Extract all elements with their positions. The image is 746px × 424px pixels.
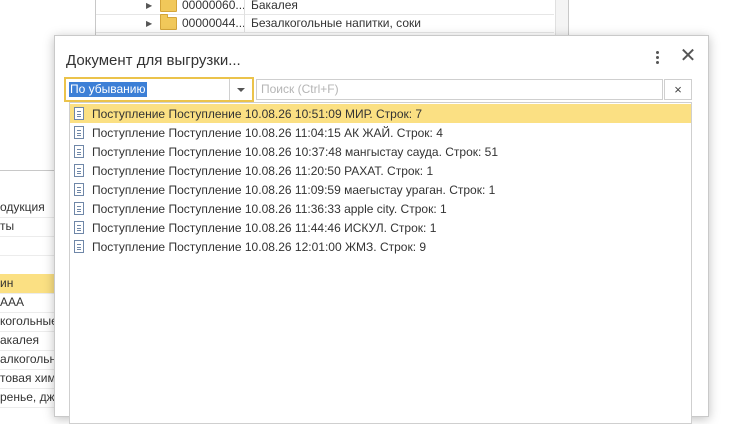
sort-order-combobox[interactable]: По убыванию <box>65 78 253 101</box>
list-item-label: Поступление Поступление 10.08.26 11:20:5… <box>92 163 434 178</box>
folder-icon <box>160 0 177 12</box>
sort-order-value[interactable]: По убыванию <box>69 82 147 97</box>
column-divider <box>244 0 245 14</box>
list-item[interactable]: Поступление Поступление 10.08.26 10:51:0… <box>70 104 691 123</box>
more-options-icon[interactable] <box>650 48 664 66</box>
list-item[interactable]: Поступление Поступление 10.08.26 11:04:1… <box>70 123 691 142</box>
folder-icon <box>160 13 177 30</box>
document-icon <box>74 164 84 177</box>
list-item[interactable]: Поступление Поступление 10.08.26 11:44:4… <box>70 218 691 237</box>
expand-arrow-icon[interactable]: ▶ <box>146 1 156 10</box>
list-item[interactable]: Поступление Поступление 10.08.26 11:36:3… <box>70 199 691 218</box>
list-item-label: Поступление Поступление 10.08.26 11:09:5… <box>92 182 496 197</box>
scrollbar[interactable] <box>555 0 568 36</box>
document-icon <box>74 126 84 139</box>
search-input[interactable] <box>257 80 651 97</box>
list-item[interactable]: Поступление Поступление 10.08.26 12:01:0… <box>70 237 691 256</box>
dropdown-button[interactable] <box>229 79 252 100</box>
document-icon <box>74 107 84 120</box>
tree-row-name: Безалкогольные напитки, соки <box>251 16 421 30</box>
expand-arrow-icon[interactable]: ▶ <box>146 19 156 28</box>
search-field[interactable] <box>256 79 663 100</box>
dialog-title: Документ для выгрузки... <box>66 52 241 69</box>
list-item[interactable]: Поступление Поступление 10.08.26 11:20:5… <box>70 161 691 180</box>
list-item-label: Поступление Поступление 10.08.26 12:01:0… <box>92 239 427 254</box>
document-icon <box>74 145 84 158</box>
tree-row-code: 00000044... <box>182 16 244 30</box>
list-item-label: Поступление Поступление 10.08.26 10:51:0… <box>92 106 423 121</box>
list-item[interactable]: Поступление Поступление 10.08.26 11:09:5… <box>70 180 691 199</box>
document-icon <box>74 183 84 196</box>
list-item[interactable]: Поступление Поступление 10.08.26 10:37:4… <box>70 142 691 161</box>
tree-row-name: Бакалея <box>251 0 298 12</box>
column-divider <box>244 14 245 32</box>
tree-row[interactable]: ▶ 00000060... Бакалея <box>96 0 554 15</box>
list-item-label: Поступление Поступление 10.08.26 11:44:4… <box>92 220 437 235</box>
tree-row[interactable]: ▶ 00000044... Безалкогольные напитки, со… <box>96 13 554 33</box>
clear-search-button[interactable]: × <box>664 79 692 100</box>
document-list[interactable]: Поступление Поступление 10.08.26 10:51:0… <box>69 102 692 424</box>
background-tree-panel: ▶ 00000060... Бакалея ▶ 00000044... Беза… <box>95 0 569 36</box>
list-item-label: Поступление Поступление 10.08.26 11:36:3… <box>92 201 447 216</box>
document-icon <box>74 221 84 234</box>
list-item-label: Поступление Поступление 10.08.26 10:37:4… <box>92 144 499 159</box>
close-button[interactable]: ✕ <box>679 46 697 66</box>
document-icon <box>74 202 84 215</box>
select-document-dialog: Документ для выгрузки... ✕ По убыванию ×… <box>54 35 709 424</box>
chevron-down-icon <box>237 87 245 92</box>
document-icon <box>74 240 84 253</box>
tree-row-code: 00000060... <box>182 0 244 12</box>
list-item-label: Поступление Поступление 10.08.26 11:04:1… <box>92 125 443 140</box>
